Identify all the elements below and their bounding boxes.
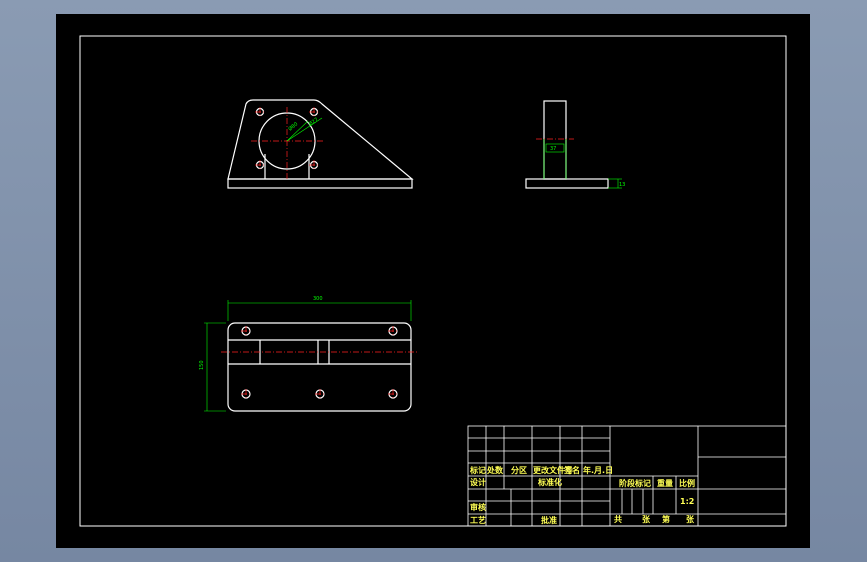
tb-sheet-unit: 张 bbox=[686, 515, 695, 524]
tb-zone: 分区 bbox=[511, 465, 527, 475]
dim-dia-a: Ø80 bbox=[287, 121, 299, 133]
tb-total: 共 bbox=[614, 514, 622, 524]
tb-review: 审核 bbox=[470, 502, 486, 512]
title-block bbox=[467, 425, 787, 527]
top-view-dimensions bbox=[204, 300, 412, 412]
dim-top-width: 300 bbox=[313, 296, 323, 302]
front-view bbox=[227, 99, 414, 189]
tb-standardize: 标准化 bbox=[537, 477, 562, 487]
tb-stage-mark: 阶段标记 bbox=[619, 478, 651, 488]
cad-drawing: Ø80 Ø27 37 13 300 150 标记 处数 分区 更改文件号 签名 … bbox=[79, 35, 787, 527]
top-view-centerlines bbox=[221, 326, 418, 399]
side-view bbox=[525, 100, 609, 189]
tb-mark: 标记 bbox=[469, 465, 486, 475]
tb-approve: 批准 bbox=[541, 515, 557, 525]
side-view-base bbox=[525, 178, 609, 189]
tb-date: 年.月.日 bbox=[583, 465, 613, 475]
front-view-base bbox=[227, 178, 413, 189]
tb-design: 设计 bbox=[470, 477, 486, 487]
tb-scale-label: 比例 bbox=[679, 478, 695, 488]
drawing-sheet: Ø80 Ø27 37 13 300 150 标记 处数 分区 更改文件号 签名 … bbox=[56, 14, 810, 548]
tb-scale-value: 1:2 bbox=[680, 497, 694, 506]
dim-side-thickness: 13 bbox=[619, 182, 625, 188]
dim-top-height: 150 bbox=[199, 360, 205, 370]
tb-count: 处数 bbox=[486, 465, 504, 475]
tb-sheets: 张 bbox=[642, 515, 651, 524]
side-view-upright bbox=[543, 100, 567, 180]
top-view bbox=[227, 322, 412, 412]
sheet-border bbox=[79, 35, 787, 527]
tb-page: 第 bbox=[662, 514, 670, 524]
tb-weight: 重量 bbox=[657, 478, 673, 488]
tb-signature: 签名 bbox=[563, 465, 580, 475]
dim-side-height: 37 bbox=[550, 146, 556, 152]
tb-process: 工艺 bbox=[470, 515, 486, 525]
dim-dia-b: Ø27 bbox=[307, 116, 319, 128]
